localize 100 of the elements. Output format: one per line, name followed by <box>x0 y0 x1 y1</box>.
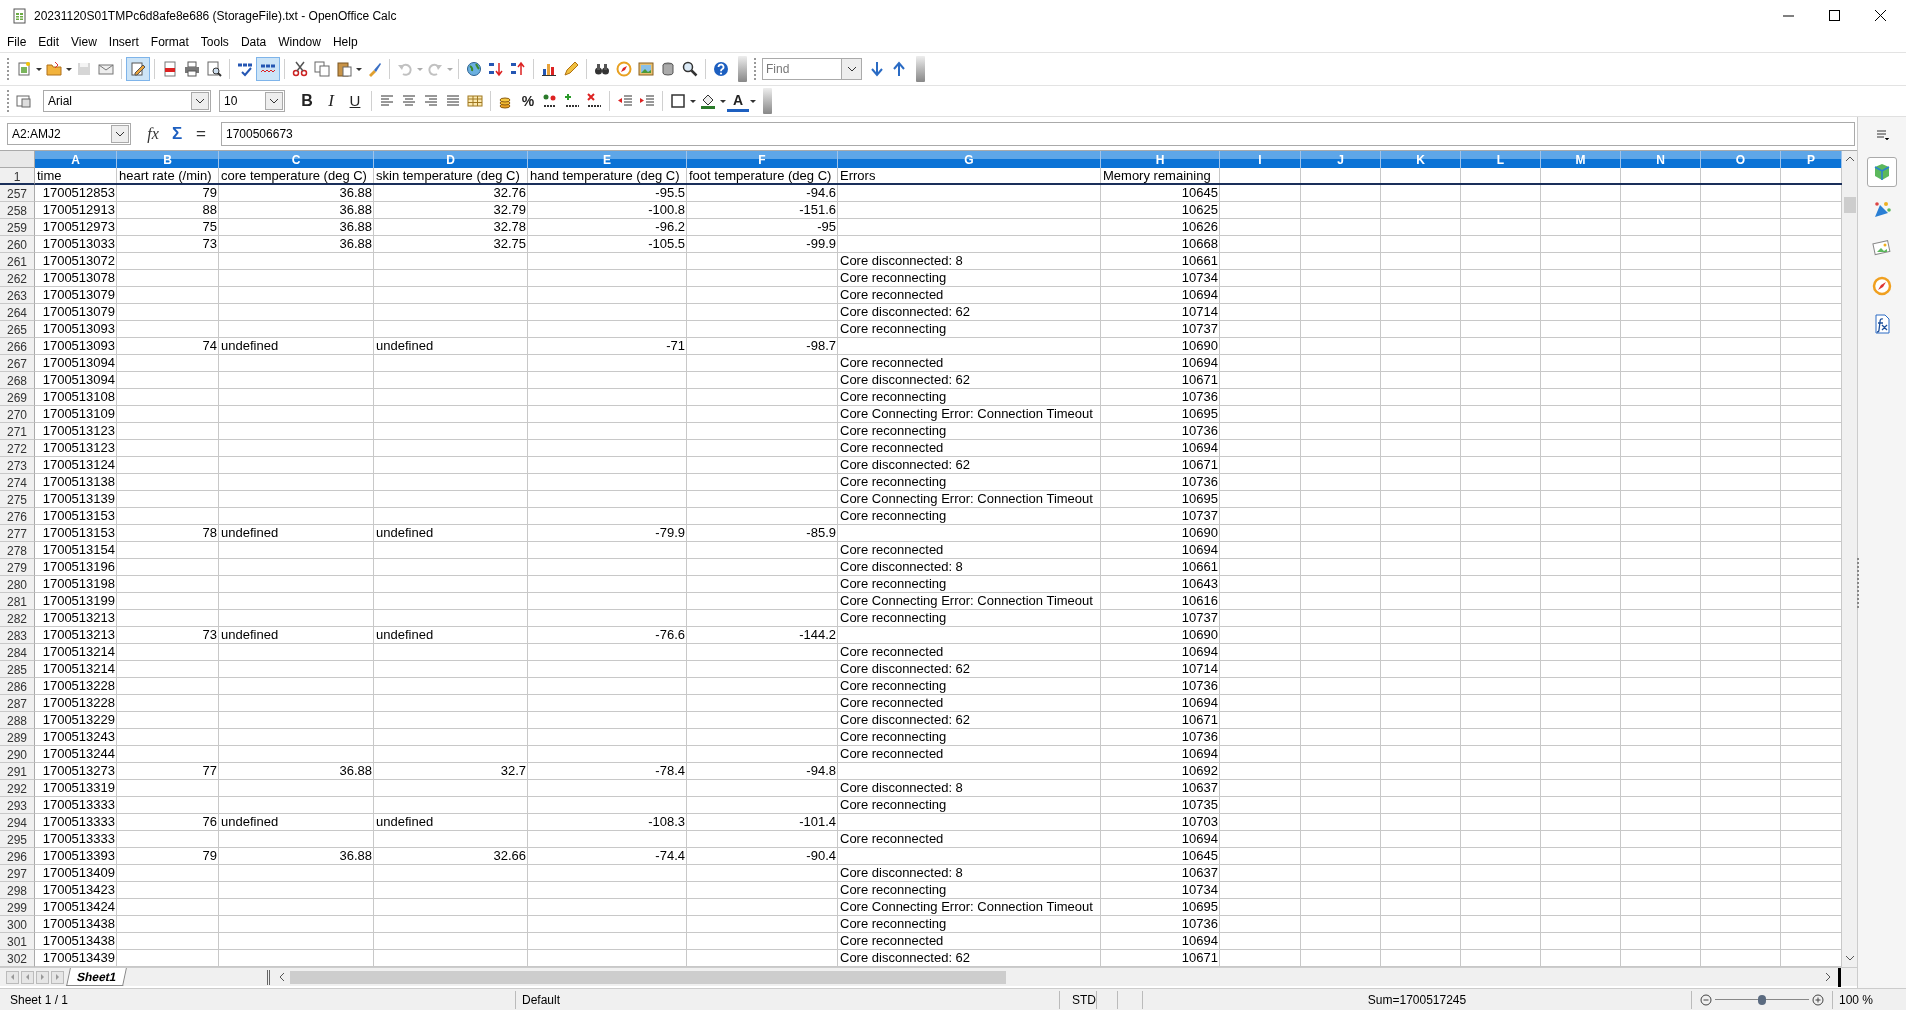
row-number[interactable]: 274 <box>0 474 35 491</box>
column-header[interactable]: N <box>1621 151 1701 168</box>
row-number[interactable]: 259 <box>0 219 35 236</box>
function-button[interactable]: = <box>189 122 213 145</box>
menu-item[interactable]: Format <box>144 32 195 52</box>
row-number[interactable]: 264 <box>0 304 35 321</box>
row-number[interactable]: 298 <box>0 882 35 899</box>
row-number[interactable]: 292 <box>0 780 35 797</box>
column-header[interactable]: G <box>838 151 1101 168</box>
toolbar-overflow-handle[interactable] <box>916 56 925 82</box>
row-number[interactable]: 296 <box>0 848 35 865</box>
row-number[interactable]: 270 <box>0 406 35 423</box>
row-number[interactable]: 284 <box>0 644 35 661</box>
row-number[interactable]: 271 <box>0 423 35 440</box>
percent-button[interactable]: % <box>517 90 539 112</box>
row-number[interactable]: 272 <box>0 440 35 457</box>
row-number[interactable]: 273 <box>0 457 35 474</box>
edit-document-icon[interactable] <box>126 57 150 81</box>
menu-item[interactable]: Data <box>234 32 273 52</box>
zoom-slider-thumb[interactable] <box>1758 994 1766 1005</box>
formula-input-field[interactable]: 1700506673 <box>221 121 1855 146</box>
menu-item[interactable]: Window <box>272 32 327 52</box>
toolbar-grip[interactable] <box>7 90 10 112</box>
row-number[interactable]: 293 <box>0 797 35 814</box>
column-header[interactable]: K <box>1381 151 1461 168</box>
row-number[interactable]: 260 <box>0 236 35 253</box>
row-number[interactable]: 280 <box>0 576 35 593</box>
row-number[interactable]: 289 <box>0 729 35 746</box>
row-number[interactable]: 301 <box>0 933 35 950</box>
row-number[interactable]: 279 <box>0 559 35 576</box>
toolbar-overflow-handle[interactable] <box>763 88 772 114</box>
zoom-slider[interactable] <box>1715 993 1809 1006</box>
tab-splitter[interactable] <box>267 969 271 985</box>
column-header[interactable]: F <box>687 151 838 168</box>
scrollbar-thumb[interactable] <box>1843 197 1856 213</box>
column-header[interactable]: O <box>1701 151 1781 168</box>
row-number[interactable]: 290 <box>0 746 35 763</box>
vertical-scrollbar[interactable] <box>1842 151 1857 967</box>
copy-icon[interactable] <box>311 58 333 80</box>
row-number[interactable]: 267 <box>0 355 35 372</box>
menu-item[interactable]: File <box>1 32 33 52</box>
column-header[interactable]: C <box>219 151 374 168</box>
row-number[interactable]: 276 <box>0 508 35 525</box>
column-header[interactable]: J <box>1301 151 1381 168</box>
row-number[interactable]: 300 <box>0 916 35 933</box>
row-number[interactable]: 302 <box>0 950 35 967</box>
row-number[interactable]: 261 <box>0 253 35 270</box>
menu-item[interactable]: Help <box>326 32 364 52</box>
row-number[interactable]: 269 <box>0 389 35 406</box>
column-header[interactable]: D <box>374 151 528 168</box>
font-size-field[interactable]: 10 <box>219 90 285 112</box>
column-header[interactable]: M <box>1541 151 1621 168</box>
row-number[interactable]: 297 <box>0 865 35 882</box>
row-number[interactable]: 1 <box>0 168 35 185</box>
row-number[interactable]: 285 <box>0 661 35 678</box>
column-header[interactable]: H <box>1101 151 1220 168</box>
row-number[interactable]: 262 <box>0 270 35 287</box>
sheet-tab[interactable]: Sheet1 <box>66 968 128 986</box>
row-number[interactable]: 266 <box>0 338 35 355</box>
row-number[interactable]: 265 <box>0 321 35 338</box>
menu-item[interactable]: View <box>65 32 103 52</box>
cube-icon[interactable] <box>1867 157 1897 187</box>
menu-item[interactable]: Insert <box>102 32 145 52</box>
font-color-button[interactable]: A <box>727 90 749 112</box>
row-number[interactable]: 299 <box>0 899 35 916</box>
find-field[interactable]: Find <box>762 58 842 80</box>
row-number[interactable]: 283 <box>0 627 35 644</box>
row-number[interactable]: 268 <box>0 372 35 389</box>
toolbar-grip[interactable] <box>754 58 757 80</box>
column-header[interactable]: B <box>117 151 219 168</box>
menu-item[interactable]: Edit <box>32 32 66 52</box>
row-number[interactable]: 263 <box>0 287 35 304</box>
row-number[interactable]: 294 <box>0 814 35 831</box>
row-number[interactable]: 275 <box>0 491 35 508</box>
row-number[interactable]: 278 <box>0 542 35 559</box>
sidebar-resize-handle[interactable] <box>1857 558 1859 608</box>
column-header[interactable]: L <box>1461 151 1541 168</box>
name-box[interactable]: A2:AMJ2 <box>7 122 131 145</box>
column-header[interactable]: E <box>528 151 687 168</box>
column-header[interactable]: I <box>1220 151 1301 168</box>
row-number[interactable]: 291 <box>0 763 35 780</box>
row-number[interactable]: 258 <box>0 202 35 219</box>
zoom-out-icon[interactable] <box>1700 993 1712 1006</box>
row-number[interactable]: 281 <box>0 593 35 610</box>
font-name-field[interactable]: Arial <box>43 90 211 112</box>
row-number[interactable]: 282 <box>0 610 35 627</box>
column-header[interactable]: A <box>35 151 117 168</box>
function-wizard-button[interactable]: fx <box>141 122 165 145</box>
toolbar-grip[interactable] <box>7 58 10 80</box>
underline-button[interactable]: U <box>343 90 367 112</box>
scrollbar-thumb[interactable] <box>290 970 1007 984</box>
row-number[interactable]: 277 <box>0 525 35 542</box>
row-number[interactable]: 257 <box>0 185 35 202</box>
menu-item[interactable]: Tools <box>194 32 235 52</box>
bold-button[interactable]: B <box>295 90 319 112</box>
row-number[interactable]: 286 <box>0 678 35 695</box>
auto-spellcheck-icon[interactable] <box>256 57 280 81</box>
zoom-in-icon[interactable] <box>1812 993 1824 1006</box>
toolbar-overflow-handle[interactable] <box>738 56 747 82</box>
sidebar-menu-icon[interactable] <box>1874 127 1890 143</box>
